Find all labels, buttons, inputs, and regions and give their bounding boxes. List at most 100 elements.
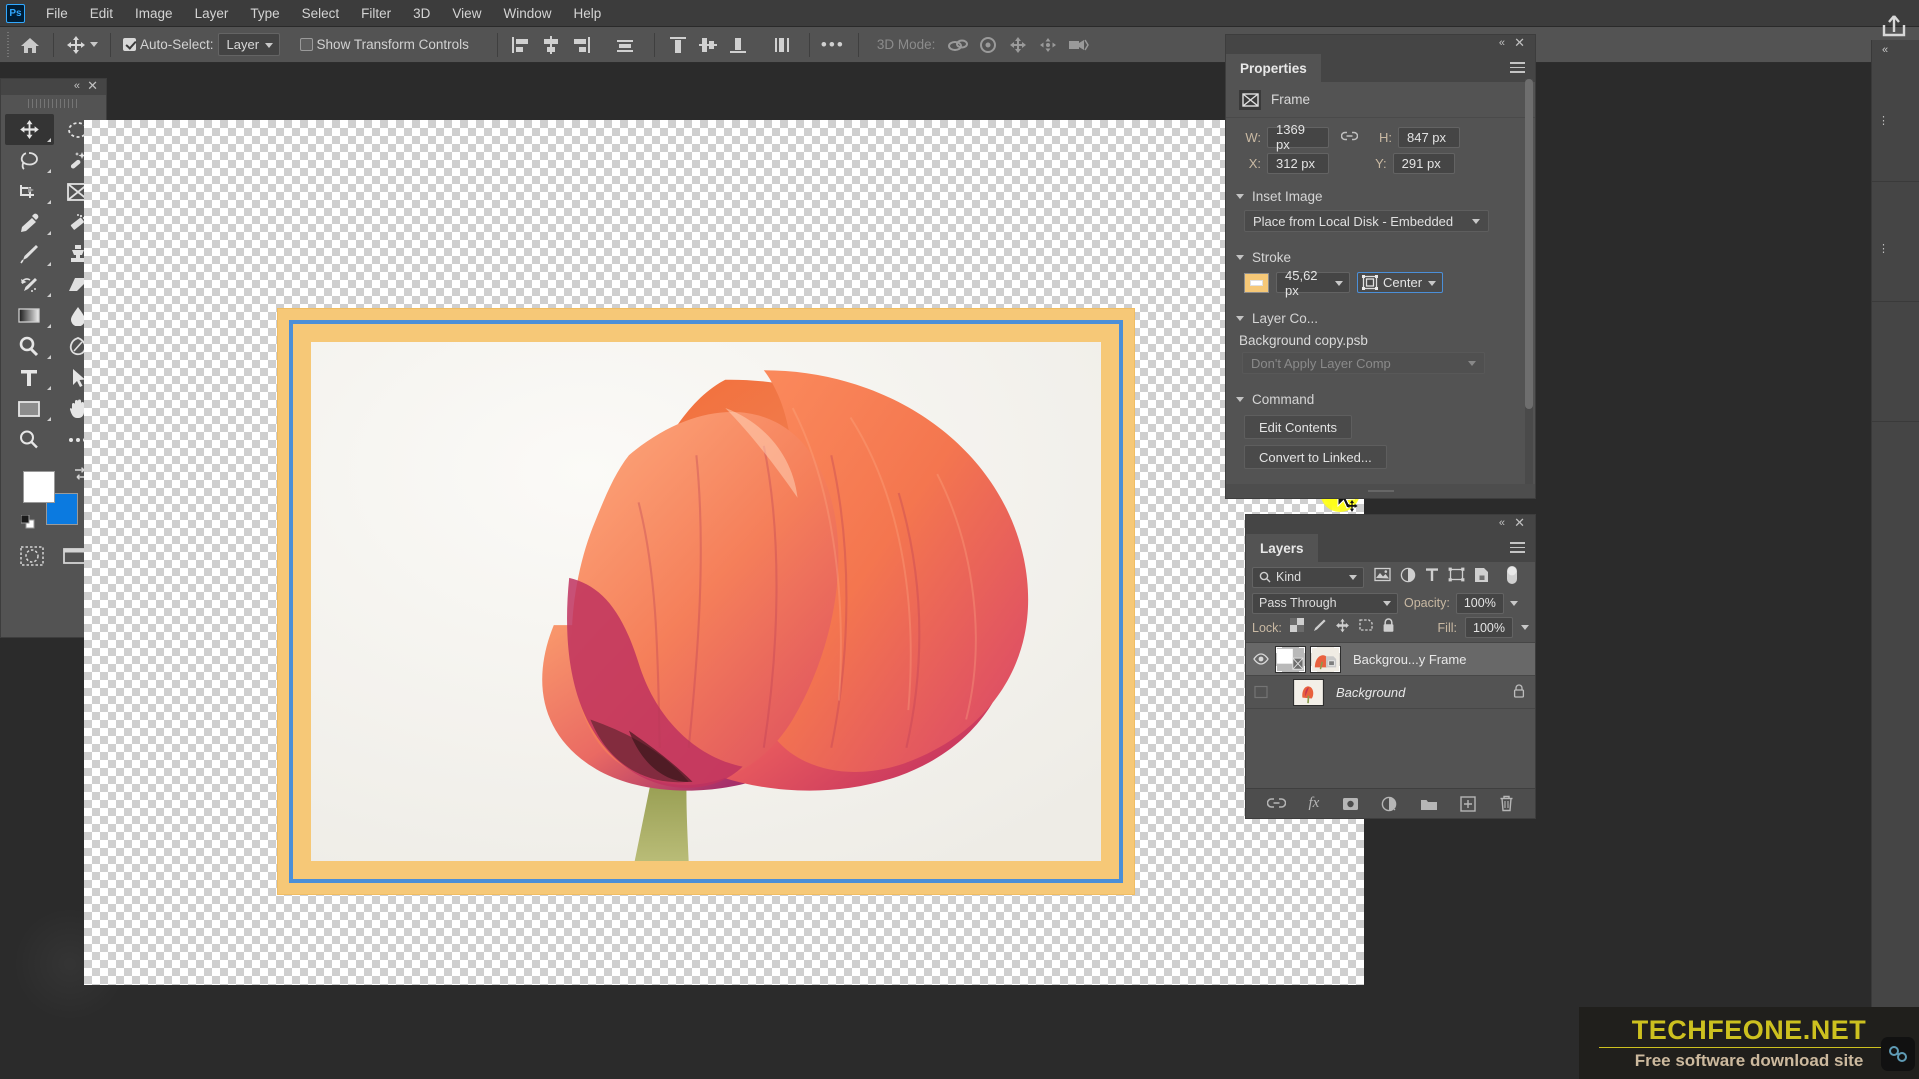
foreground-color-swatch[interactable]: [23, 471, 55, 503]
table-row[interactable]: Backgrou...y Frame: [1246, 643, 1535, 676]
add-layer-mask-icon[interactable]: [1342, 797, 1359, 811]
lock-icon[interactable]: [1513, 683, 1525, 701]
close-icon[interactable]: ✕: [87, 78, 98, 94]
menu-item-edit[interactable]: Edit: [79, 2, 124, 25]
auto-select-checkbox[interactable]: [123, 38, 136, 51]
tool-eyedropper[interactable]: [5, 207, 54, 238]
shape-layer-filter-icon[interactable]: [1448, 567, 1465, 587]
menu-item-type[interactable]: Type: [239, 2, 290, 25]
menu-item-window[interactable]: Window: [492, 2, 562, 25]
camera-3d-icon[interactable]: [1063, 31, 1093, 59]
tool-history-brush[interactable]: [5, 269, 54, 300]
drag-3d-icon[interactable]: [1003, 31, 1033, 59]
lock-transparent-pixels-icon[interactable]: [1289, 618, 1304, 637]
opacity-input[interactable]: 100%: [1455, 592, 1504, 614]
eye-visible-icon[interactable]: [1246, 653, 1275, 665]
options-bar-grip[interactable]: [3, 31, 15, 58]
x-input[interactable]: 312 px: [1267, 152, 1329, 174]
tool-brush[interactable]: [5, 238, 54, 269]
filter-toggle-icon[interactable]: [1506, 565, 1518, 590]
edit-contents-button[interactable]: Edit Contents: [1244, 415, 1353, 439]
close-icon[interactable]: ✕: [1514, 35, 1525, 51]
delete-layer-icon[interactable]: [1499, 795, 1514, 812]
tulip-thumbnail[interactable]: [1293, 678, 1324, 706]
properties-panel-resize-grip[interactable]: [1226, 484, 1535, 498]
collapsed-panel-item[interactable]: ⋮: [1872, 182, 1919, 302]
menu-item-3d[interactable]: 3D: [402, 2, 441, 25]
type-layer-filter-icon[interactable]: [1425, 567, 1439, 587]
rotate-3d-icon[interactable]: [943, 31, 973, 59]
tab-layers[interactable]: Layers: [1246, 534, 1318, 562]
align-horizontal-centers-icon[interactable]: [536, 31, 566, 59]
active-tool-move[interactable]: [62, 35, 102, 55]
show-transform-checkbox[interactable]: [299, 38, 313, 51]
tool-gradient[interactable]: [5, 300, 54, 331]
smart-object-thumbnail[interactable]: [1310, 645, 1341, 673]
menu-item-select[interactable]: Select: [291, 2, 351, 25]
roll-3d-icon[interactable]: [973, 31, 1003, 59]
close-icon[interactable]: ✕: [1514, 515, 1525, 531]
expand-panels-icon[interactable]: «: [1882, 44, 1888, 56]
new-fill-adjustment-layer-icon[interactable]: [1381, 796, 1398, 812]
blend-mode-dropdown[interactable]: Pass Through: [1252, 592, 1398, 614]
panel-menu-icon[interactable]: [1510, 62, 1525, 76]
opacity-slider-caret-icon[interactable]: [1509, 600, 1518, 606]
default-colors-icon[interactable]: [20, 514, 35, 529]
link-layers-icon[interactable]: [1267, 797, 1287, 810]
pixel-layer-filter-icon[interactable]: [1374, 567, 1391, 587]
command-section-header[interactable]: Command: [1226, 385, 1535, 411]
layer-filter-kind-dropdown[interactable]: Kind: [1252, 566, 1364, 588]
distribute-icon[interactable]: [610, 31, 640, 59]
tool-zoom[interactable]: [5, 424, 54, 455]
menu-item-file[interactable]: File: [35, 2, 79, 25]
adjustment-layer-filter-icon[interactable]: [1400, 567, 1416, 588]
convert-to-linked-button[interactable]: Convert to Linked...: [1244, 445, 1387, 469]
frame-thumbnail[interactable]: [1275, 645, 1306, 673]
lock-all-icon[interactable]: [1382, 617, 1395, 638]
tool-move[interactable]: [5, 114, 54, 145]
menu-item-help[interactable]: Help: [562, 2, 612, 25]
align-left-edges-icon[interactable]: [506, 31, 536, 59]
home-icon[interactable]: [15, 36, 45, 54]
tools-panel-grip[interactable]: [27, 97, 80, 110]
inset-photo-tulip[interactable]: [311, 342, 1101, 861]
new-group-icon[interactable]: [1420, 797, 1438, 811]
menu-item-filter[interactable]: Filter: [350, 2, 402, 25]
lock-artboard-nesting-icon[interactable]: [1358, 618, 1374, 637]
y-input[interactable]: 291 px: [1392, 152, 1455, 174]
align-top-edges-icon[interactable]: [663, 31, 693, 59]
stroke-width-input[interactable]: 45,62 px: [1276, 268, 1350, 298]
tool-rectangle[interactable]: [5, 393, 54, 424]
new-layer-icon[interactable]: [1460, 795, 1477, 812]
align-vertical-centers-icon[interactable]: [693, 31, 723, 59]
collapsed-panel-item[interactable]: ⋮: [1872, 62, 1919, 182]
stroke-alignment-dropdown[interactable]: Center: [1357, 272, 1444, 293]
inset-image-section-header[interactable]: Inset Image: [1226, 182, 1535, 208]
menu-item-layer[interactable]: Layer: [184, 2, 240, 25]
tool-dodge[interactable]: [5, 331, 54, 362]
align-right-edges-icon[interactable]: [566, 31, 596, 59]
eye-hidden-icon[interactable]: [1246, 685, 1275, 699]
share-export-icon[interactable]: [1875, 8, 1913, 44]
fill-slider-caret-icon[interactable]: [1521, 625, 1529, 630]
height-input[interactable]: 847 px: [1398, 126, 1460, 148]
auto-select-scope-dropdown[interactable]: Layer: [217, 33, 280, 56]
more-options-button[interactable]: •••: [818, 31, 848, 59]
distribute-vertical-icon[interactable]: [767, 31, 797, 59]
fill-input[interactable]: 100%: [1465, 617, 1513, 638]
tool-lasso[interactable]: [5, 145, 54, 176]
stroke-color-swatch[interactable]: [1244, 272, 1269, 293]
properties-scrollbar[interactable]: [1525, 79, 1533, 489]
smart-object-filter-icon[interactable]: [1474, 567, 1489, 588]
collapsed-panel-strip[interactable]: « ⋮ ⋮: [1871, 40, 1919, 1079]
width-input[interactable]: 1369 px: [1267, 122, 1329, 152]
document-canvas-area[interactable]: [84, 120, 1364, 985]
tool-crop[interactable]: [5, 176, 54, 207]
layer-comp-dropdown[interactable]: Don't Apply Layer Comp: [1242, 352, 1485, 374]
lock-image-pixels-icon[interactable]: [1312, 618, 1327, 638]
menu-item-image[interactable]: Image: [124, 2, 184, 25]
collapse-panel-icon[interactable]: «: [74, 80, 80, 92]
layer-comp-section-header[interactable]: Layer Co...: [1226, 304, 1535, 330]
link-dimensions-icon[interactable]: [1340, 129, 1359, 145]
collapse-panel-icon[interactable]: «: [1499, 517, 1505, 529]
